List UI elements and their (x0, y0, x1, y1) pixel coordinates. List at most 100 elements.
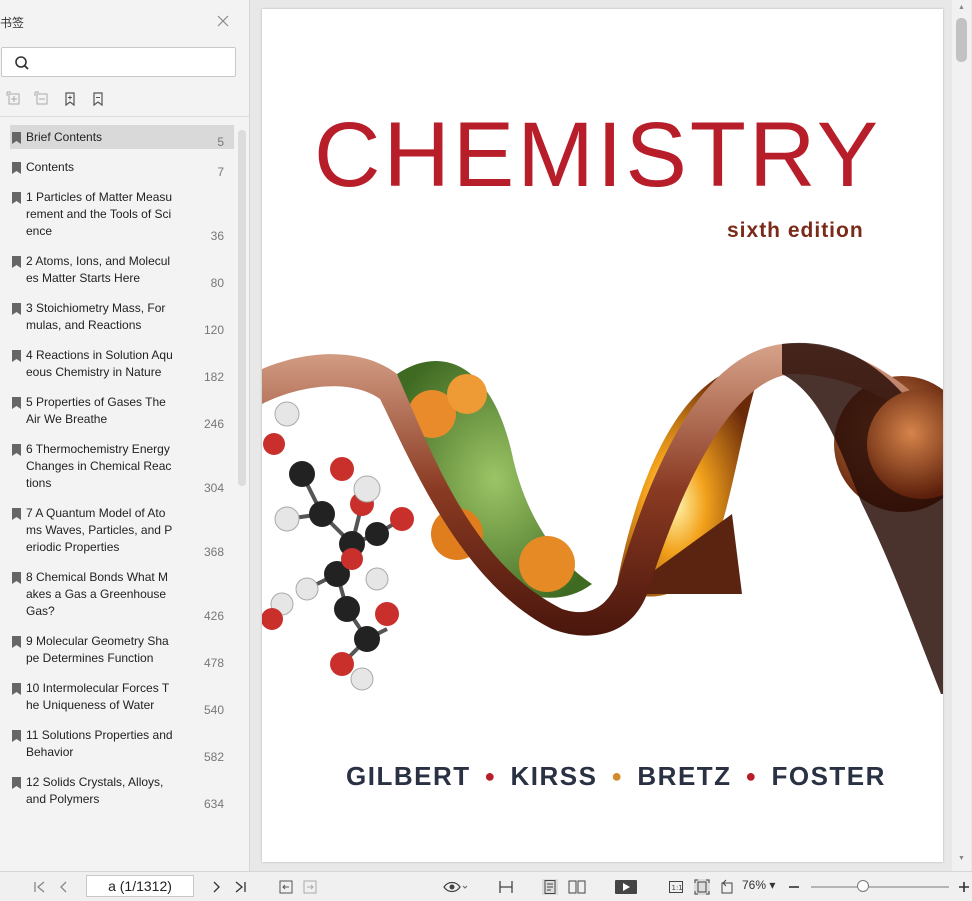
bookmark-icon (12, 730, 21, 742)
bookmark-page-number: 7 (217, 165, 224, 179)
expand-all-icon[interactable] (6, 91, 22, 107)
bookmark-label: 4 Reactions in Solution Aqueous Chemistr… (26, 348, 173, 379)
bookmark-item[interactable]: 8 Chemical Bonds What Makes a Gas a Gree… (10, 565, 234, 623)
bookmark-label: 8 Chemical Bonds What Makes a Gas a Gree… (26, 570, 169, 618)
author-name: GILBERT (346, 761, 471, 791)
separator-dot: ● (745, 766, 758, 786)
bookmark-icon (12, 192, 21, 204)
bookmark-icon (12, 132, 21, 144)
first-page-icon[interactable] (32, 879, 48, 895)
add-bookmark-icon[interactable] (62, 91, 78, 107)
sidebar-scrollbar[interactable] (238, 130, 246, 486)
close-icon[interactable] (216, 14, 230, 28)
bookmark-sidebar: 书签 Brief Contents 5 Contents 7 1 Particl… (0, 0, 250, 871)
separator-dot: ● (611, 766, 624, 786)
fit-page-icon[interactable] (694, 879, 710, 895)
forward-icon[interactable] (302, 879, 318, 895)
cover-title: CHEMISTRY (314, 104, 882, 206)
bookmark-item[interactable]: 11 Solutions Properties and Behavior 582 (10, 723, 234, 764)
author-name: KIRSS (510, 761, 598, 791)
scroll-up-arrow-icon[interactable]: ▲ (958, 4, 965, 11)
cover-authors: GILBERT ● KIRSS ● BRETZ ● FOSTER (346, 761, 886, 792)
two-page-icon[interactable] (568, 879, 586, 895)
bookmark-icon (12, 397, 21, 409)
play-slideshow-icon[interactable] (614, 879, 638, 895)
rotate-icon[interactable] (720, 879, 736, 895)
bookmark-page-number: 182 (203, 370, 224, 384)
scroll-down-arrow-icon[interactable]: ▼ (958, 855, 965, 862)
document-scrollbar[interactable]: ▲ ▼ (952, 0, 971, 871)
author-name: FOSTER (771, 761, 886, 791)
bookmark-page-number: 368 (203, 545, 224, 559)
bookmark-item[interactable]: 10 Intermolecular Forces The Uniqueness … (10, 676, 234, 717)
bookmark-item[interactable]: 3 Stoichiometry Mass, Formulas, and Reac… (10, 296, 234, 337)
bookmark-icon (12, 256, 21, 268)
bookmark-label: 10 Intermolecular Forces The Uniqueness … (26, 681, 170, 712)
author-name: BRETZ (637, 761, 732, 791)
sidebar-title: 书签 (0, 16, 25, 30)
last-page-icon[interactable] (232, 879, 248, 895)
bookmark-item[interactable]: 1 Particles of Matter Measurement and th… (10, 185, 234, 243)
bookmark-label: 2 Atoms, Ions, and Molecules Matter Star… (26, 254, 171, 285)
bookmark-label: 3 Stoichiometry Mass, Formulas, and Reac… (26, 301, 166, 332)
previous-page-icon[interactable] (56, 879, 72, 895)
bookmark-page-number: 304 (203, 481, 224, 495)
next-page-icon[interactable] (208, 879, 224, 895)
bookmark-label: 6 Thermochemistry Energy Changes in Chem… (26, 442, 172, 490)
bookmark-item[interactable]: 2 Atoms, Ions, and Molecules Matter Star… (10, 249, 234, 290)
bookmark-list: Brief Contents 5 Contents 7 1 Particles of M… (10, 125, 234, 817)
bookmark-search-box[interactable] (1, 47, 236, 77)
bookmark-item[interactable]: Brief Contents 5 (10, 125, 234, 149)
single-page-icon[interactable] (542, 879, 558, 895)
bookmark-icon (12, 636, 21, 648)
bookmark-page-number: 36 (210, 229, 224, 243)
fit-width-icon[interactable] (498, 879, 514, 895)
zoom-level-dropdown[interactable]: 76% ▾ (742, 878, 775, 892)
page-number-field[interactable]: a (1/1312) (86, 875, 194, 897)
zoom-value: 76% (742, 878, 767, 892)
cover-illustration (262, 342, 943, 694)
actual-size-icon[interactable]: 1:1 (668, 879, 684, 895)
pdf-reader-window: 书签 Brief Contents 5 Contents 7 1 Particl… (0, 0, 972, 901)
bookmark-item[interactable]: 12 Solids Crystals, Alloys, and Polymers… (10, 770, 234, 811)
document-page: CHEMISTRY sixth edition GILBERT ● KIRSS … (262, 9, 943, 862)
cover-subtitle: sixth edition (727, 219, 864, 242)
zoom-slider-track[interactable] (811, 886, 949, 888)
svg-text:1:1: 1:1 (672, 884, 683, 892)
bookmark-page-number: 80 (210, 276, 224, 290)
scrollbar-thumb[interactable] (956, 18, 967, 62)
bookmark-label: 9 Molecular Geometry Shape Determines Fu… (26, 634, 169, 665)
bookmark-page-number: 582 (203, 750, 224, 764)
bookmark-item[interactable]: 5 Properties of Gases The Air We Breathe… (10, 390, 234, 431)
bookmark-item[interactable]: Contents 7 (10, 155, 234, 179)
collapse-all-icon[interactable] (34, 91, 50, 107)
bookmark-icon (12, 572, 21, 584)
search-input[interactable] (36, 52, 226, 72)
separator-dot: ● (484, 766, 497, 786)
bottom-toolbar: a (1/1312) 1:1 76% ▾ (0, 871, 972, 901)
bookmark-toolbar (6, 91, 106, 109)
bookmark-item[interactable]: 6 Thermochemistry Energy Changes in Chem… (10, 437, 234, 495)
bookmark-item[interactable]: 9 Molecular Geometry Shape Determines Fu… (10, 629, 234, 670)
bookmark-label: 11 Solutions Properties and Behavior (26, 728, 173, 759)
bookmark-label: 7 A Quantum Model of Atoms Waves, Partic… (26, 506, 173, 554)
bookmark-icon (12, 162, 21, 174)
bookmark-page-number: 120 (203, 323, 224, 337)
zoom-in-icon[interactable] (956, 879, 972, 895)
eye-protection-icon[interactable] (443, 879, 469, 895)
bookmark-item[interactable]: 7 A Quantum Model of Atoms Waves, Partic… (10, 501, 234, 559)
bookmark-label: 12 Solids Crystals, Alloys, and Polymers (26, 775, 164, 806)
bookmark-page-number: 634 (203, 797, 224, 811)
search-icon (15, 56, 29, 70)
bookmark-icon (12, 444, 21, 456)
bookmark-page-number: 426 (203, 609, 224, 623)
zoom-out-icon[interactable] (786, 879, 802, 895)
bookmark-label: 1 Particles of Matter Measurement and th… (26, 190, 173, 238)
bookmark-icon (12, 777, 21, 789)
bookmark-page-number: 540 (203, 703, 224, 717)
zoom-slider-handle[interactable] (857, 880, 870, 892)
bookmark-icon (12, 508, 21, 520)
bookmark-item[interactable]: 4 Reactions in Solution Aqueous Chemistr… (10, 343, 234, 384)
back-icon[interactable] (278, 879, 294, 895)
delete-bookmark-icon[interactable] (90, 91, 106, 107)
